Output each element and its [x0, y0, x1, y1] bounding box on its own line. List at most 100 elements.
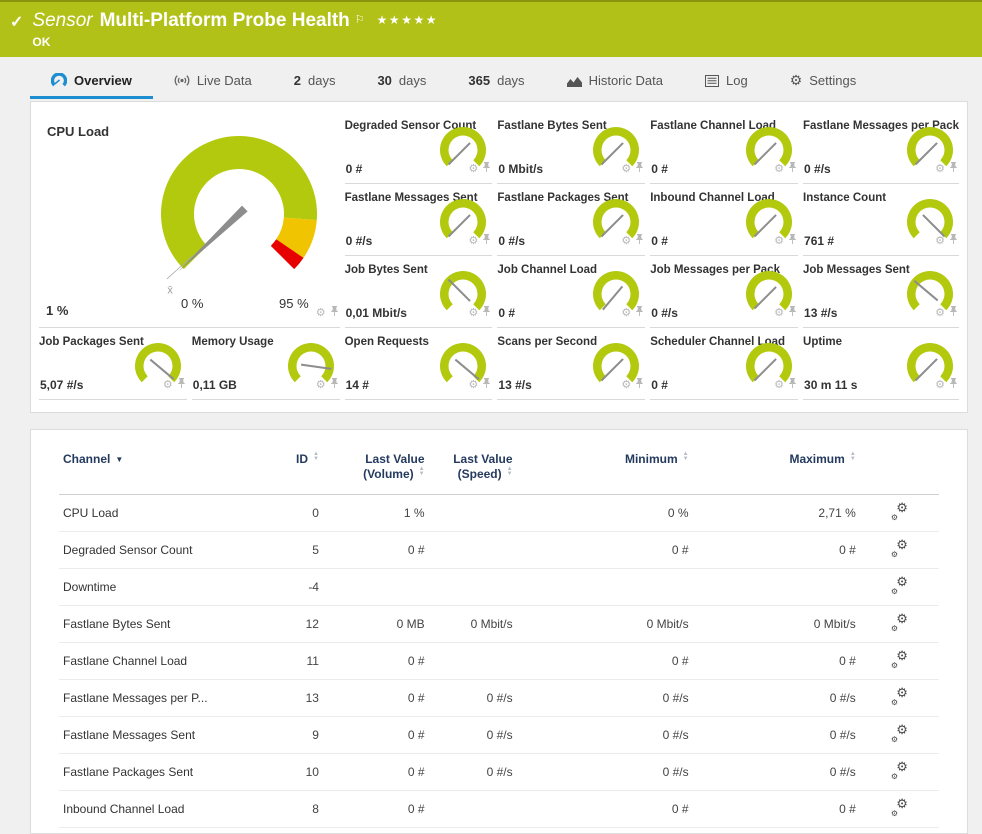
gear-icon[interactable]: ⚙	[774, 164, 784, 175]
tab-30-days[interactable]: 30days	[356, 73, 447, 99]
gear-icon[interactable]: ⚙	[469, 236, 479, 247]
gear-icon[interactable]: ⚙	[621, 380, 631, 391]
pin-icon[interactable]	[635, 304, 644, 322]
pin-icon[interactable]	[788, 232, 797, 250]
gauge-tile-fastlane-messages-sent[interactable]: Fastlane Messages Sent 0 #/s ⚙	[345, 184, 493, 256]
channel-settings-icon[interactable]: ⚙⚙	[891, 615, 908, 630]
gear-icon[interactable]: ⚙	[469, 380, 479, 391]
gear-icon[interactable]: ⚙	[316, 380, 326, 391]
gear-icon[interactable]: ⚙	[774, 236, 784, 247]
channel-settings-icon[interactable]: ⚙⚙	[891, 541, 908, 556]
gauge-tile-job-messages-per-pack[interactable]: Job Messages per Pack 0 #/s ⚙	[650, 256, 798, 328]
gauge-tile-degraded-sensor-count[interactable]: Degraded Sensor Count 0 # ⚙	[345, 112, 493, 184]
gauge-tile-scans-per-second[interactable]: Scans per Second 13 #/s ⚙	[497, 328, 645, 400]
column-header-channel[interactable]: Channel▼	[59, 446, 261, 495]
gauge-tile-memory-usage[interactable]: Memory Usage 0,11 GB ⚙	[192, 328, 340, 400]
column-header-id[interactable]: ID▲▼	[261, 446, 323, 495]
gauge-tile-uptime[interactable]: Uptime 30 m 11 s ⚙	[803, 328, 959, 400]
gear-icon[interactable]: ⚙	[316, 308, 326, 319]
channel-settings-icon[interactable]: ⚙⚙	[891, 652, 908, 667]
gauge-tile-fastlane-channel-load[interactable]: Fastlane Channel Load 0 # ⚙	[650, 112, 798, 184]
gauge-tile-cpu-load[interactable]: CPU Load x̄ 0 % 95 % 1 % ⚙	[39, 112, 340, 328]
table-row-fastlane-channel-load[interactable]: Fastlane Channel Load 11 0 # 0 # 0 # ⚙⚙	[59, 643, 939, 680]
gear-icon[interactable]: ⚙	[621, 308, 631, 319]
gear-icon[interactable]: ⚙	[469, 164, 479, 175]
column-header-last-value-volume[interactable]: Last Value(Volume)▲▼	[323, 446, 429, 495]
gauge-tile-instance-count[interactable]: Instance Count 761 # ⚙	[803, 184, 959, 256]
tab-settings[interactable]: ⚙Settings	[769, 73, 878, 99]
pin-icon[interactable]	[788, 304, 797, 322]
table-row-fastlane-messages-per-p[interactable]: Fastlane Messages per P... 13 0 # 0 #/s …	[59, 680, 939, 717]
gauge-tile-fastlane-messages-per-pack[interactable]: Fastlane Messages per Pack 0 #/s ⚙	[803, 112, 959, 184]
gear-icon[interactable]: ⚙	[935, 164, 945, 175]
table-row-instance-count[interactable]: Instance Count 6 761 # 103 # 761 # ⚙⚙	[59, 828, 939, 834]
channel-name[interactable]: Inbound Channel Load	[59, 791, 261, 828]
column-header-maximum[interactable]: Maximum▲▼	[693, 446, 860, 495]
gear-icon[interactable]: ⚙	[163, 380, 173, 391]
table-row-inbound-channel-load[interactable]: Inbound Channel Load 8 0 # 0 # 0 # ⚙⚙	[59, 791, 939, 828]
channel-name[interactable]: Downtime	[59, 569, 261, 606]
channel-settings-icon[interactable]: ⚙⚙	[891, 578, 908, 593]
priority-stars[interactable]: ★★★★★	[377, 13, 438, 27]
pin-icon[interactable]	[949, 304, 958, 322]
channel-settings-icon[interactable]: ⚙⚙	[891, 763, 908, 778]
tab-historic-data[interactable]: Historic Data	[546, 73, 684, 99]
gear-icon[interactable]: ⚙	[935, 308, 945, 319]
gauge-tile-job-channel-load[interactable]: Job Channel Load 0 # ⚙	[497, 256, 645, 328]
channel-name[interactable]: Degraded Sensor Count	[59, 532, 261, 569]
table-row-downtime[interactable]: Downtime -4 ⚙⚙	[59, 569, 939, 606]
channel-name[interactable]: Fastlane Packages Sent	[59, 754, 261, 791]
pin-icon[interactable]	[635, 160, 644, 178]
channel-settings-icon[interactable]: ⚙⚙	[891, 504, 908, 519]
channel-settings-icon[interactable]: ⚙⚙	[891, 689, 908, 704]
pin-icon[interactable]	[482, 376, 491, 394]
pin-icon[interactable]	[482, 304, 491, 322]
gear-icon[interactable]: ⚙	[774, 308, 784, 319]
gauge-tile-job-messages-sent[interactable]: Job Messages Sent 13 #/s ⚙	[803, 256, 959, 328]
gauge-tile-scheduler-channel-load[interactable]: Scheduler Channel Load 0 # ⚙	[650, 328, 798, 400]
pin-icon[interactable]	[177, 376, 186, 394]
tab-live-data[interactable]: Live Data	[153, 73, 273, 99]
pin-icon[interactable]	[635, 376, 644, 394]
gauge-tile-open-requests[interactable]: Open Requests 14 # ⚙	[345, 328, 493, 400]
channel-name[interactable]: Fastlane Channel Load	[59, 643, 261, 680]
pin-icon[interactable]	[482, 232, 491, 250]
channel-settings-icon[interactable]: ⚙⚙	[891, 800, 908, 815]
pin-icon[interactable]	[949, 376, 958, 394]
channel-name[interactable]: Fastlane Messages per P...	[59, 680, 261, 717]
pin-icon[interactable]	[635, 232, 644, 250]
gauge-tile-fastlane-packages-sent[interactable]: Fastlane Packages Sent 0 #/s ⚙	[497, 184, 645, 256]
tab-log[interactable]: Log	[684, 73, 769, 99]
table-row-fastlane-bytes-sent[interactable]: Fastlane Bytes Sent 12 0 MB 0 Mbit/s 0 M…	[59, 606, 939, 643]
channel-name[interactable]: Fastlane Bytes Sent	[59, 606, 261, 643]
channel-name[interactable]: Instance Count	[59, 828, 261, 834]
pin-icon[interactable]	[330, 376, 339, 394]
flag-icon[interactable]: ⚐	[355, 14, 365, 26]
gear-icon[interactable]: ⚙	[621, 236, 631, 247]
column-header-minimum[interactable]: Minimum▲▼	[517, 446, 693, 495]
channel-name[interactable]: Fastlane Messages Sent	[59, 717, 261, 754]
channel-settings-icon[interactable]: ⚙⚙	[891, 726, 908, 741]
pin-icon[interactable]	[788, 376, 797, 394]
pin-icon[interactable]	[788, 160, 797, 178]
channel-name[interactable]: CPU Load	[59, 495, 261, 532]
tab-2-days[interactable]: 2days	[273, 73, 357, 99]
column-header-last-value-speed[interactable]: Last Value(Speed)▲▼	[429, 446, 517, 495]
table-row-fastlane-messages-sent[interactable]: Fastlane Messages Sent 9 0 # 0 #/s 0 #/s…	[59, 717, 939, 754]
table-row-degraded-sensor-count[interactable]: Degraded Sensor Count 5 0 # 0 # 0 # ⚙⚙	[59, 532, 939, 569]
pin-icon[interactable]	[482, 160, 491, 178]
gear-icon[interactable]: ⚙	[935, 236, 945, 247]
pin-icon[interactable]	[330, 304, 339, 322]
gauge-tile-inbound-channel-load[interactable]: Inbound Channel Load 0 # ⚙	[650, 184, 798, 256]
tab-365-days[interactable]: 365days	[447, 73, 545, 99]
table-row-cpu-load[interactable]: CPU Load 0 1 % 0 % 2,71 % ⚙⚙	[59, 495, 939, 532]
gear-icon[interactable]: ⚙	[935, 380, 945, 391]
gauge-tile-job-packages-sent[interactable]: Job Packages Sent 5,07 #/s ⚙	[39, 328, 187, 400]
gear-icon[interactable]: ⚙	[774, 380, 784, 391]
gauge-tile-fastlane-bytes-sent[interactable]: Fastlane Bytes Sent 0 Mbit/s ⚙	[497, 112, 645, 184]
gear-icon[interactable]: ⚙	[621, 164, 631, 175]
gauge-tile-job-bytes-sent[interactable]: Job Bytes Sent 0,01 Mbit/s ⚙	[345, 256, 493, 328]
table-row-fastlane-packages-sent[interactable]: Fastlane Packages Sent 10 0 # 0 #/s 0 #/…	[59, 754, 939, 791]
gear-icon[interactable]: ⚙	[469, 308, 479, 319]
tab-overview[interactable]: Overview	[30, 73, 153, 99]
